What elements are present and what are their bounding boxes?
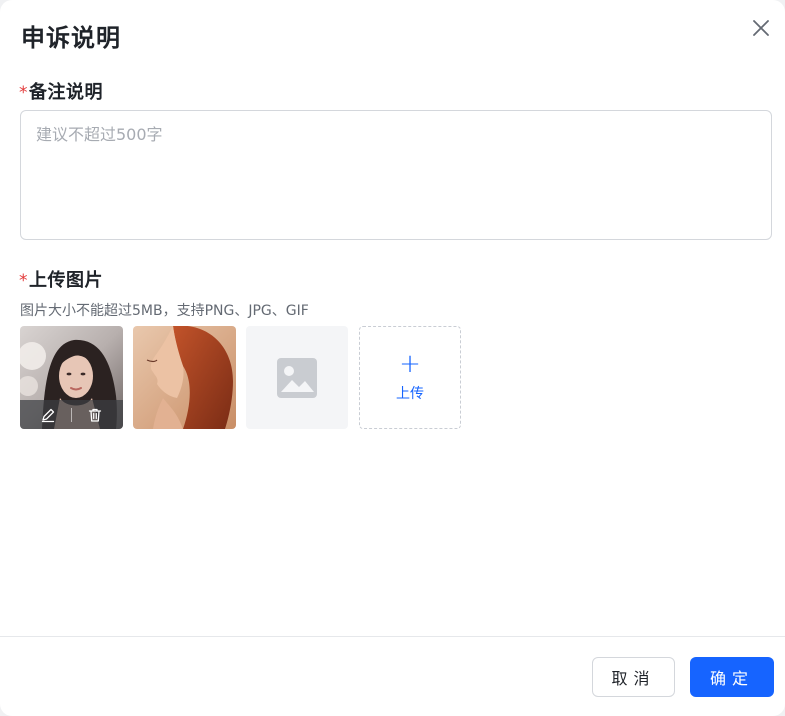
uploaded-image-1[interactable]: [20, 326, 123, 429]
delete-image-button[interactable]: [81, 400, 109, 429]
remark-label: *备注说明: [19, 78, 103, 104]
cancel-button[interactable]: 取消: [592, 657, 675, 697]
plus-icon: +: [399, 348, 421, 379]
edit-icon: [41, 408, 55, 422]
upload-button-label: 上传: [396, 385, 424, 402]
dialog-title: 申诉说明: [21, 24, 121, 52]
profile-photo: [133, 326, 236, 429]
close-button[interactable]: [749, 16, 773, 40]
upload-label-text: 上传图片: [29, 270, 103, 291]
image-icon: [277, 357, 317, 398]
image-actions-bar: [20, 400, 123, 429]
close-icon: [753, 20, 769, 36]
action-divider: [71, 407, 72, 422]
remark-label-text: 备注说明: [29, 82, 103, 103]
edit-image-button[interactable]: [34, 400, 62, 429]
required-mark: *: [19, 271, 28, 291]
upload-hint: 图片大小不能超过5MB，支持PNG、JPG、GIF: [20, 303, 309, 319]
required-mark: *: [19, 83, 28, 103]
upload-label: *上传图片: [19, 266, 103, 292]
confirm-button[interactable]: 确定: [690, 657, 774, 697]
uploaded-image-2[interactable]: [133, 326, 236, 429]
appeal-dialog: 申诉说明 *备注说明 *上传图片 图片大小不能超过5MB，支持PNG、JPG、G…: [0, 0, 785, 716]
image-placeholder: [246, 326, 348, 429]
delete-icon: [88, 408, 102, 422]
remark-textarea[interactable]: [20, 110, 772, 240]
upload-button[interactable]: + 上传: [359, 326, 461, 429]
footer-divider: [0, 636, 785, 637]
